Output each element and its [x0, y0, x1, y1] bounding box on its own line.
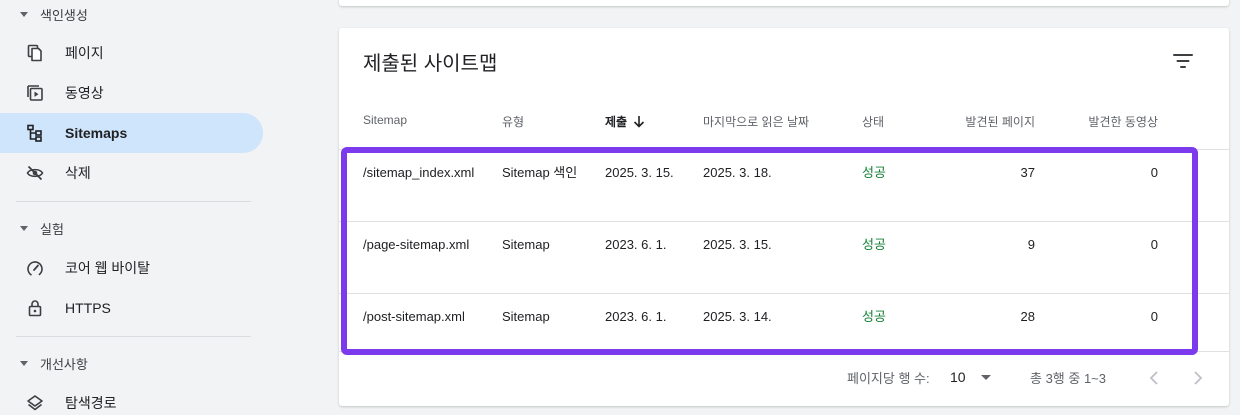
- section-enhancements[interactable]: 개선사항: [0, 349, 270, 377]
- cell-type: Sitemap 색인: [502, 165, 578, 180]
- column-header-discovered-videos[interactable]: 발견한 동영상: [1058, 113, 1158, 130]
- cell-sitemap-path[interactable]: /post-sitemap.xml: [363, 305, 493, 329]
- cell-discovered-pages: 9: [1027, 237, 1035, 252]
- sidebar-item-label: 탐색경로: [65, 395, 117, 411]
- cell-last-read: 2025. 3. 14.: [703, 309, 772, 324]
- sidebar-item-core-web-vitals[interactable]: 코어 웹 바이탈: [0, 248, 263, 288]
- cell-discovered-videos: 0: [1150, 165, 1158, 180]
- cell-last-read: 2025. 3. 15.: [703, 237, 772, 252]
- card-title: 제출된 사이트맵: [363, 53, 498, 75]
- section-indexing-label: 색인생성: [40, 7, 88, 23]
- rows-per-page-select[interactable]: 10: [950, 364, 1000, 390]
- column-header-submitted[interactable]: 제출: [605, 113, 645, 130]
- table-row[interactable]: /sitemap_index.xml Sitemap 색인 2025. 3. 1…: [339, 150, 1229, 222]
- layers-icon: [26, 394, 44, 412]
- chevron-left-icon: [1149, 371, 1158, 385]
- sidebar-divider: [16, 201, 251, 202]
- filter-button[interactable]: [1171, 49, 1195, 73]
- cell-sitemap-path[interactable]: /page-sitemap.xml: [363, 233, 483, 257]
- caret-down-icon: [20, 225, 28, 231]
- cell-submitted: 2023. 6. 1.: [605, 237, 667, 252]
- cell-discovered-videos: 0: [1150, 309, 1158, 324]
- column-header-status[interactable]: 상태: [862, 113, 884, 130]
- chevron-right-icon: [1194, 371, 1203, 385]
- page-range: 총 3행 중 1~3: [1030, 371, 1106, 386]
- sidebar-item-https[interactable]: HTTPS: [0, 288, 263, 328]
- video-icon: [26, 84, 44, 102]
- cell-submitted: 2023. 6. 1.: [605, 309, 667, 324]
- table-row[interactable]: /page-sitemap.xml Sitemap 2023. 6. 1. 20…: [339, 222, 1229, 294]
- column-header-sitemap[interactable]: Sitemap: [363, 113, 407, 127]
- cell-discovered-pages: 37: [1020, 165, 1035, 180]
- cell-status: 성공: [862, 237, 886, 252]
- section-indexing[interactable]: 색인생성: [0, 0, 270, 28]
- column-header-discovered-pages[interactable]: 발견된 페이지: [935, 113, 1035, 130]
- sitemap-icon: [26, 124, 44, 142]
- lock-icon: [26, 299, 44, 317]
- table-divider: [339, 351, 1229, 352]
- sidebar-item-sitemaps[interactable]: Sitemaps: [0, 113, 263, 153]
- visibility-off-icon: [26, 164, 44, 182]
- rows-per-page-value: 10: [950, 369, 966, 385]
- sidebar-item-breadcrumbs[interactable]: 탐색경로: [0, 383, 263, 415]
- table-row[interactable]: /post-sitemap.xml Sitemap 2023. 6. 1. 20…: [339, 294, 1229, 366]
- caret-down-icon: [20, 11, 28, 17]
- rows-per-page-label: 페이지당 행 수:: [847, 371, 930, 386]
- column-header-type[interactable]: 유형: [502, 113, 524, 130]
- submitted-sitemaps-card: 제출된 사이트맵 Sitemap 유형 제출 마지막으로 읽은 날짜 상태 발견…: [339, 28, 1229, 406]
- sidebar-item-label: 동영상: [65, 85, 104, 101]
- caret-down-icon: [20, 360, 28, 366]
- sidebar-item-label: Sitemaps: [65, 125, 128, 141]
- chevron-down-icon: [980, 374, 991, 380]
- cell-type: Sitemap: [502, 237, 550, 252]
- pages-icon: [26, 44, 44, 62]
- filter-icon: [1173, 54, 1193, 68]
- arrow-down-icon: [633, 115, 645, 128]
- section-experiments-label: 실험: [40, 221, 64, 237]
- sidebar-item-pages[interactable]: 페이지: [0, 33, 263, 73]
- sidebar-item-label: 페이지: [65, 45, 104, 61]
- previous-card: [339, 0, 1229, 6]
- sidebar-item-label: HTTPS: [65, 300, 111, 316]
- cell-last-read: 2025. 3. 18.: [703, 165, 772, 180]
- sidebar-item-label: 코어 웹 바이탈: [65, 260, 151, 276]
- section-enhancements-label: 개선사항: [40, 356, 88, 372]
- previous-page-button[interactable]: [1142, 366, 1166, 390]
- cell-submitted: 2025. 3. 15.: [605, 165, 674, 180]
- sidebar: 색인생성 페이지 동영상 Sitemaps 삭제 실험 코어 웹 바이탈 HTT…: [0, 0, 270, 415]
- cell-discovered-videos: 0: [1150, 237, 1158, 252]
- cell-sitemap-path[interactable]: /sitemap_index.xml: [363, 161, 483, 185]
- next-page-button[interactable]: [1186, 366, 1210, 390]
- speed-gauge-icon: [26, 259, 44, 277]
- section-experiments[interactable]: 실험: [0, 214, 270, 242]
- column-header-submitted-label: 제출: [605, 115, 628, 129]
- sidebar-item-label: 삭제: [65, 165, 91, 181]
- cell-status: 성공: [862, 309, 886, 324]
- cell-status: 성공: [862, 165, 886, 180]
- cell-discovered-pages: 28: [1020, 309, 1035, 324]
- sidebar-divider: [16, 336, 251, 337]
- column-header-last-read[interactable]: 마지막으로 읽은 날짜: [703, 113, 809, 130]
- sidebar-item-video[interactable]: 동영상: [0, 73, 263, 113]
- cell-type: Sitemap: [502, 309, 550, 324]
- sidebar-item-removals[interactable]: 삭제: [0, 153, 263, 193]
